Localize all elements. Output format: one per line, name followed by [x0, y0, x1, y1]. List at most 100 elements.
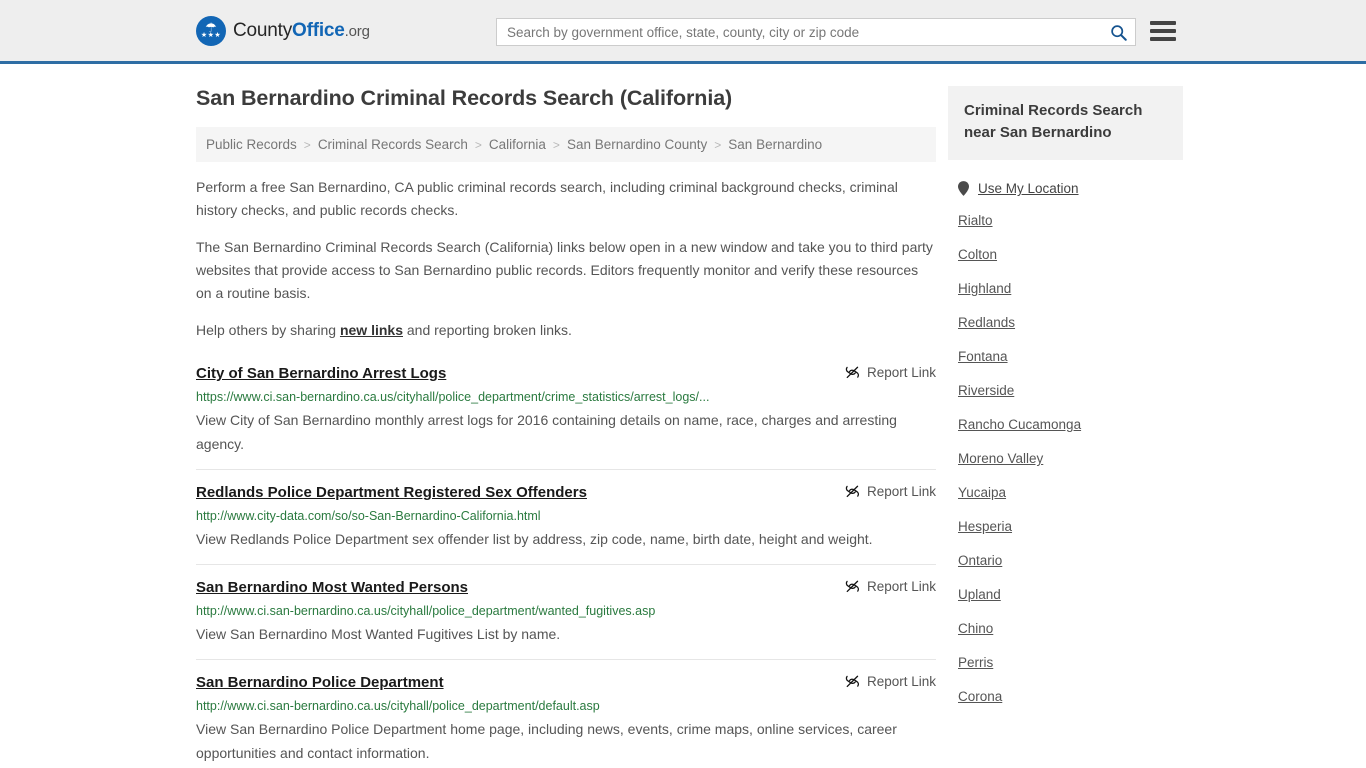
result-header: San Bernardino Most Wanted Persons Repor…: [196, 578, 936, 598]
site-header: ☂ ★★★ CountyOffice.org: [0, 0, 1366, 64]
breadcrumb-separator: >: [552, 137, 560, 152]
logo-text-office: Office: [292, 19, 345, 41]
city-link-highland[interactable]: Highland: [958, 281, 1011, 296]
breadcrumb-item-criminal-records-search[interactable]: Criminal Records Search: [318, 137, 468, 152]
hamburger-bar: [1150, 37, 1176, 41]
breadcrumb-separator: >: [714, 137, 722, 152]
search-bar: [496, 18, 1136, 46]
intro-paragraph-2: The San Bernardino Criminal Records Sear…: [196, 239, 933, 301]
breadcrumb-item-california[interactable]: California: [489, 137, 546, 152]
city-link-rialto[interactable]: Rialto: [958, 213, 993, 228]
city-link-moreno-valley[interactable]: Moreno Valley: [958, 451, 1043, 466]
search-button[interactable]: [1101, 19, 1135, 45]
page-body: San Bernardino Criminal Records Search (…: [0, 64, 1366, 768]
logo-text-county: County: [233, 19, 293, 41]
result-description: View Redlands Police Department sex offe…: [196, 531, 873, 547]
city-link-perris[interactable]: Perris: [958, 655, 993, 670]
sidebar-title: Criminal Records Search near San Bernard…: [964, 102, 1143, 141]
result-header: City of San Bernardino Arrest Logs Repor…: [196, 364, 936, 384]
report-link-button[interactable]: Report Link: [845, 364, 936, 380]
result-item: San Bernardino Most Wanted Persons Repor…: [196, 565, 936, 660]
report-link-label: Report Link: [866, 674, 936, 689]
list-item: Rialto: [958, 212, 1183, 230]
eagle-stars-badge-icon: ☂ ★★★: [196, 15, 226, 46]
new-links-link[interactable]: new links: [340, 322, 403, 338]
page-title: San Bernardino Criminal Records Search (…: [196, 86, 733, 110]
report-link-label: Report Link: [866, 484, 936, 499]
report-link-label: Report Link: [866, 365, 936, 380]
city-link-fontana[interactable]: Fontana: [958, 349, 1008, 364]
list-item: Yucaipa: [958, 484, 1183, 502]
broken-link-icon: [845, 580, 859, 593]
breadcrumb-separator: >: [303, 137, 311, 152]
result-title-link[interactable]: San Bernardino Most Wanted Persons: [196, 578, 468, 598]
hamburger-menu-icon[interactable]: [1150, 21, 1176, 41]
sidebar-panel: Criminal Records Search near San Bernard…: [948, 86, 1183, 160]
breadcrumb-item-san-bernardino: San Bernardino: [728, 137, 823, 152]
result-description: View City of San Bernardino monthly arre…: [196, 412, 897, 452]
list-item: Chino: [958, 620, 1183, 638]
broken-link-icon: [845, 485, 859, 498]
hamburger-bar: [1150, 21, 1176, 25]
hamburger-bar: [1150, 29, 1176, 33]
report-link-label: Report Link: [866, 579, 936, 594]
search-input[interactable]: [497, 19, 1101, 45]
breadcrumb-item-public-records[interactable]: Public Records: [206, 137, 297, 152]
city-link-rancho-cucamonga[interactable]: Rancho Cucamonga: [958, 417, 1081, 432]
nearby-cities-list: Rialto Colton Highland Redlands Fontana …: [948, 212, 1183, 706]
city-link-chino[interactable]: Chino: [958, 621, 993, 636]
result-url: https://www.ci.san-bernardino.ca.us/city…: [196, 390, 710, 404]
city-link-corona[interactable]: Corona: [958, 689, 1002, 704]
result-url: http://www.ci.san-bernardino.ca.us/cityh…: [196, 699, 600, 713]
breadcrumb: Public Records > Criminal Records Search…: [196, 127, 936, 162]
result-title-link[interactable]: San Bernardino Police Department: [196, 673, 444, 693]
list-item: Ontario: [958, 552, 1183, 570]
result-header: Redlands Police Department Registered Se…: [196, 483, 936, 503]
intro-paragraph-1: Perform a free San Bernardino, CA public…: [196, 179, 898, 218]
result-title-link[interactable]: City of San Bernardino Arrest Logs: [196, 364, 446, 384]
list-item: Highland: [958, 280, 1183, 298]
intro-text: Perform a free San Bernardino, CA public…: [196, 176, 936, 342]
list-item: Hesperia: [958, 518, 1183, 536]
city-link-colton[interactable]: Colton: [958, 247, 997, 262]
intro-p3-after: and reporting broken links.: [403, 322, 572, 338]
result-title-link[interactable]: Redlands Police Department Registered Se…: [196, 483, 587, 503]
report-link-button[interactable]: Report Link: [845, 578, 936, 594]
list-item: Moreno Valley: [958, 450, 1183, 468]
city-link-redlands[interactable]: Redlands: [958, 315, 1015, 330]
sidebar: Criminal Records Search near San Bernard…: [948, 86, 1183, 768]
results-list: City of San Bernardino Arrest Logs Repor…: [196, 364, 936, 768]
use-my-location-link[interactable]: Use My Location: [978, 181, 1079, 196]
result-header: San Bernardino Police Department Report …: [196, 673, 936, 693]
broken-link-icon: [845, 366, 859, 379]
result-url: http://www.ci.san-bernardino.ca.us/cityh…: [196, 604, 656, 618]
city-link-upland[interactable]: Upland: [958, 587, 1001, 602]
use-my-location[interactable]: Use My Location: [948, 181, 1183, 196]
result-item: City of San Bernardino Arrest Logs Repor…: [196, 364, 936, 470]
result-item: Redlands Police Department Registered Se…: [196, 470, 936, 565]
list-item: Redlands: [958, 314, 1183, 332]
city-link-yucaipa[interactable]: Yucaipa: [958, 485, 1006, 500]
intro-p3-before: Help others by sharing: [196, 322, 340, 338]
list-item: Upland: [958, 586, 1183, 604]
result-url: http://www.city-data.com/so/so-San-Berna…: [196, 509, 541, 523]
city-link-ontario[interactable]: Ontario: [958, 553, 1002, 568]
breadcrumb-item-san-bernardino-county[interactable]: San Bernardino County: [567, 137, 707, 152]
city-link-hesperia[interactable]: Hesperia: [958, 519, 1012, 534]
intro-paragraph-3: Help others by sharing new links and rep…: [196, 319, 936, 342]
result-item: San Bernardino Police Department Report …: [196, 660, 936, 768]
main-content: San Bernardino Criminal Records Search (…: [196, 86, 936, 768]
report-link-button[interactable]: Report Link: [845, 483, 936, 499]
broken-link-icon: [845, 675, 859, 688]
site-logo[interactable]: ☂ ★★★ CountyOffice.org: [196, 15, 370, 46]
breadcrumb-separator: >: [474, 137, 482, 152]
result-description: View San Bernardino Most Wanted Fugitive…: [196, 626, 561, 642]
city-link-riverside[interactable]: Riverside: [958, 383, 1014, 398]
list-item: Rancho Cucamonga: [958, 416, 1183, 434]
map-pin-icon: [958, 181, 969, 196]
logo-wordmark: CountyOffice.org: [233, 20, 370, 42]
list-item: Colton: [958, 246, 1183, 264]
report-link-button[interactable]: Report Link: [845, 673, 936, 689]
result-description: View San Bernardino Police Department ho…: [196, 721, 897, 761]
logo-text-tld: .org: [344, 22, 370, 40]
